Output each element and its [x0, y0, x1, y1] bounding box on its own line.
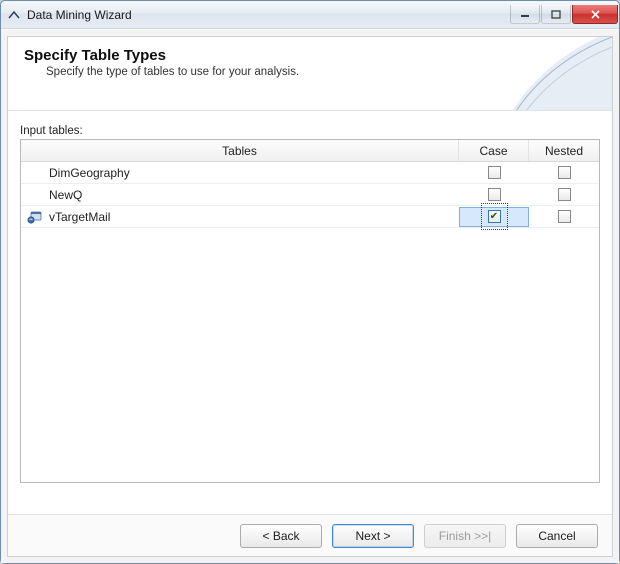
case-checkbox[interactable]: [488, 166, 501, 179]
table-name: vTargetMail: [49, 210, 110, 224]
minimize-button[interactable]: [510, 5, 540, 24]
client-area: Specify Table Types Specify the type of …: [1, 29, 619, 563]
close-button[interactable]: [572, 5, 618, 24]
case-checkbox[interactable]: ✔: [488, 210, 501, 223]
table-icon: [25, 165, 45, 181]
wizard-footer: < Back Next > Finish >>| Cancel: [8, 514, 612, 556]
wizard-window: Data Mining Wizard Specify Table Types S…: [0, 0, 620, 564]
col-header-nested[interactable]: Nested: [529, 140, 599, 161]
maximize-button[interactable]: [541, 5, 571, 24]
table-row[interactable]: DimGeography: [21, 162, 599, 184]
table-row[interactable]: NewQ: [21, 184, 599, 206]
input-tables-label: Input tables:: [20, 125, 600, 137]
wizard-body: Input tables: Tables Case Nested DimGeog…: [8, 111, 612, 483]
wizard-header: Specify Table Types Specify the type of …: [8, 37, 612, 111]
case-checkbox[interactable]: [488, 188, 501, 201]
app-icon: [7, 8, 21, 22]
table-name: NewQ: [49, 188, 82, 202]
nested-checkbox[interactable]: [558, 188, 571, 201]
wizard-panel: Specify Table Types Specify the type of …: [7, 36, 613, 557]
nested-checkbox[interactable]: [558, 210, 571, 223]
table-row[interactable]: vTargetMail ✔: [21, 206, 599, 228]
cancel-button[interactable]: Cancel: [516, 524, 598, 548]
finish-button: Finish >>|: [424, 524, 506, 548]
checkmark-icon: ✔: [490, 212, 498, 222]
grid-header: Tables Case Nested: [21, 140, 599, 162]
table-name: DimGeography: [49, 166, 130, 180]
input-tables-grid[interactable]: Tables Case Nested DimGeography: [20, 139, 600, 483]
window-title: Data Mining Wizard: [27, 8, 132, 22]
page-title: Specify Table Types: [24, 47, 596, 64]
back-button[interactable]: < Back: [240, 524, 322, 548]
next-button[interactable]: Next >: [332, 524, 414, 548]
col-header-tables[interactable]: Tables: [21, 140, 459, 161]
col-header-case[interactable]: Case: [459, 140, 529, 161]
view-icon: [25, 209, 45, 225]
window-controls: [510, 5, 619, 24]
titlebar[interactable]: Data Mining Wizard: [1, 1, 619, 29]
nested-checkbox[interactable]: [558, 166, 571, 179]
table-icon: [25, 187, 45, 203]
page-subtitle: Specify the type of tables to use for yo…: [46, 66, 596, 78]
